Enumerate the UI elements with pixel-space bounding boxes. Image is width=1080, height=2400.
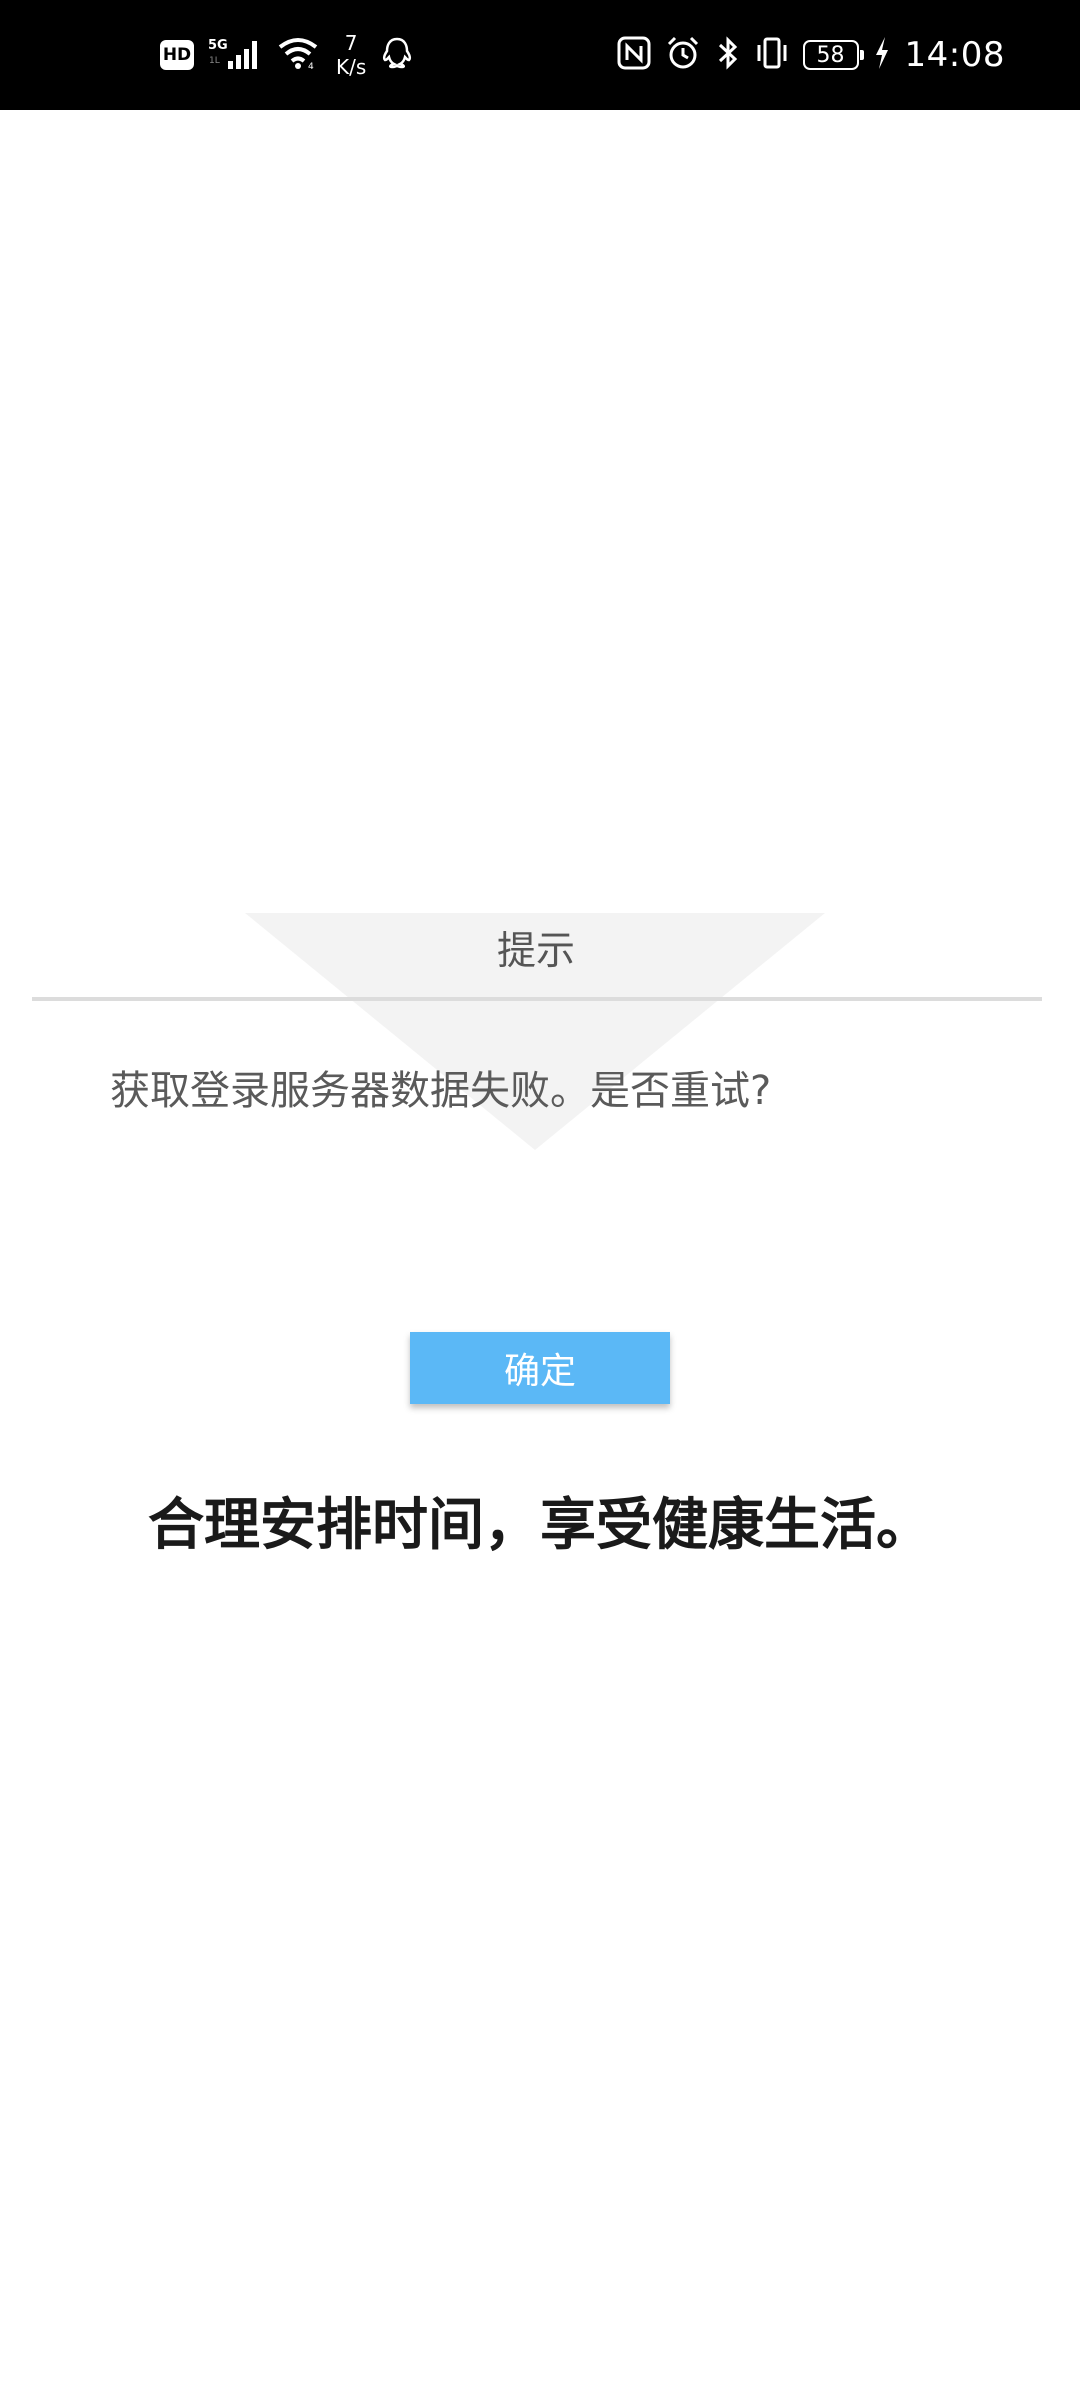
5g-signal-icon: 5G 1L — [208, 35, 264, 75]
svg-text:1L: 1L — [209, 56, 220, 66]
svg-text:4: 4 — [308, 62, 314, 71]
health-slogan: 合理安排时间，享受健康生活。 — [148, 1493, 932, 1558]
status-bar: HD 5G 1L 4 7 K/s 58 14:08 — [0, 0, 1080, 110]
net-speed-unit: K/s — [336, 55, 367, 79]
battery-level: 58 — [816, 42, 845, 68]
charging-icon — [873, 35, 891, 75]
svg-text:5G: 5G — [208, 38, 228, 53]
wifi-icon: 4 — [278, 35, 322, 75]
net-speed: 7 K/s — [336, 31, 366, 79]
net-speed-value: 7 — [344, 31, 358, 55]
status-bar-left: HD 5G 1L 4 7 K/s — [160, 0, 414, 110]
hd-icon: HD — [160, 40, 194, 70]
alarm-icon — [665, 35, 701, 75]
battery-icon: 58 — [802, 40, 864, 70]
bluetooth-icon — [715, 35, 741, 75]
dialog-title: 提示 — [496, 929, 575, 974]
dialog-divider — [32, 997, 1042, 1001]
nfc-icon — [617, 36, 651, 74]
vibrate-icon — [755, 35, 789, 75]
qq-icon — [380, 35, 414, 75]
status-bar-right: 58 14:08 — [617, 0, 1005, 110]
confirm-button[interactable]: 确定 — [410, 1332, 670, 1404]
dialog-message: 获取登录服务器数据失败。是否重试? — [110, 1068, 772, 1114]
clock: 14:08 — [904, 35, 1005, 75]
